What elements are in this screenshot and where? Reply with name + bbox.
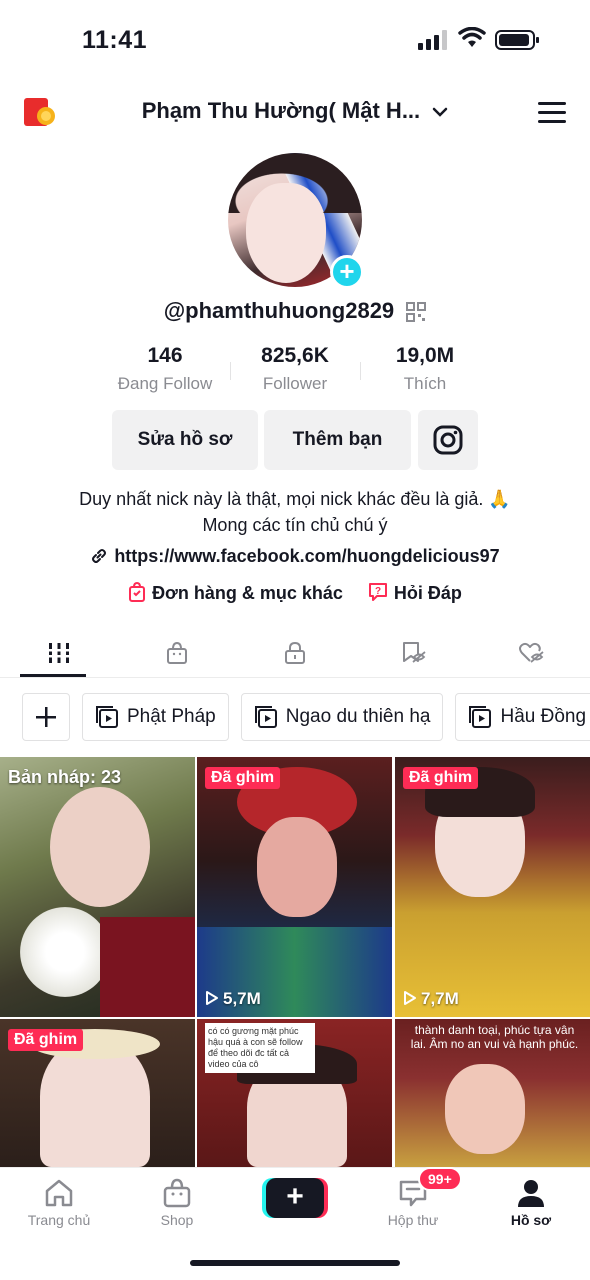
video-grid: Bản nháp: 23 Đã ghim 5,7M Đã ghim 7,7M Đ… (0, 757, 590, 1167)
orders-label: Đơn hàng & mục khác (152, 583, 343, 603)
playlist-chip[interactable]: Hầu Đồng - (455, 693, 590, 741)
chevron-down-icon (433, 107, 448, 117)
signal-icon (418, 30, 447, 50)
account-switcher[interactable]: Phạm Thu Hường( Mật H... (0, 98, 590, 124)
menu-icon[interactable] (538, 100, 566, 124)
add-playlist-button[interactable] (22, 693, 70, 741)
battery-icon (495, 30, 539, 50)
follower-stat[interactable]: 825,6K Follower (230, 344, 360, 396)
bio-link[interactable]: https://www.facebook.com/huongdelicious9… (0, 546, 590, 567)
view-count: 7,7M (403, 989, 459, 1009)
video-thumbnail[interactable]: Đã ghim 5,7M (197, 757, 392, 1017)
status-time: 11:41 (82, 26, 148, 54)
add-friend-button[interactable]: Thêm bạn (264, 410, 411, 470)
playlists-row: Phật Pháp Ngao du thiên hạ Hầu Đồng - (22, 693, 590, 743)
hidden-bookmark-icon (403, 641, 426, 663)
create-button[interactable]: + (266, 1178, 324, 1218)
following-label: Đang Follow (117, 374, 213, 393)
nav-shop[interactable]: Shop (132, 1178, 222, 1228)
wifi-icon (458, 27, 486, 47)
nav-inbox-label: Hộp thư (387, 1212, 439, 1228)
home-icon (45, 1179, 73, 1207)
playlist-icon (469, 706, 492, 728)
bio: Duy nhất nick này là thật, mọi nick khác… (0, 486, 590, 538)
playlist-icon (96, 706, 118, 728)
tab-shop[interactable] (118, 628, 236, 677)
video-thumbnail[interactable]: thành danh toại, phúc tựa vân lai. Âm no… (395, 1019, 590, 1167)
bio-line-2: Mong các tín chủ chú ý (202, 515, 388, 535)
play-icon (206, 991, 218, 1005)
link-icon (92, 549, 107, 563)
following-stat[interactable]: 146 Đang Follow (100, 344, 230, 396)
bio-line-1: Duy nhất nick này là thật, mọi nick khác… (79, 489, 511, 509)
qa-label: Hỏi Đáp (393, 583, 462, 603)
pinned-badge: Đã ghim (403, 767, 479, 789)
profile-icon (518, 1180, 544, 1207)
video-thumbnail[interactable]: Đã ghim (0, 1019, 195, 1167)
play-icon (404, 991, 416, 1005)
tab-reposts[interactable] (354, 628, 472, 677)
drafts-label: Bản nháp: 23 (8, 767, 122, 787)
pinned-badge: Đã ghim (8, 1029, 84, 1051)
hidden-heart-icon (519, 642, 544, 663)
view-count: 5,7M (205, 989, 261, 1009)
nav-home-label: Trang chủ (27, 1212, 91, 1228)
instagram-icon (433, 425, 463, 455)
profile-name: Phạm Thu Hường( Mật H... (141, 98, 421, 123)
status-bar: 11:41 (0, 0, 590, 80)
follower-label: Follower (262, 374, 328, 393)
nav-profile-label: Hồ sơ (510, 1212, 552, 1228)
edit-profile-button[interactable]: Sửa hồ sơ (112, 410, 258, 470)
video-thumbnail-drafts[interactable]: Bản nháp: 23 (0, 757, 195, 1017)
likes-count: 19,0M (395, 344, 455, 367)
grid-icon (47, 642, 71, 663)
qa-link[interactable]: ? Hỏi Đáp (368, 583, 462, 603)
username-row: @phamthuhuong2829 (0, 298, 590, 324)
home-indicator (190, 1260, 400, 1266)
nav-profile[interactable]: Hồ sơ (486, 1178, 576, 1228)
likes-label: Thích (403, 374, 447, 393)
profile-extras: Đơn hàng & mục khác ? Hỏi Đáp (0, 581, 590, 604)
orders-link[interactable]: Đơn hàng & mục khác (128, 581, 348, 603)
playlist-label: Phật Pháp (127, 706, 216, 727)
playlist-chip[interactable]: Ngao du thiên hạ (240, 693, 444, 741)
username: @phamthuhuong2829 (163, 298, 395, 323)
content-tabs (0, 628, 590, 678)
shop-icon (163, 1178, 191, 1208)
tab-private[interactable] (236, 628, 354, 677)
likes-stat[interactable]: 19,0M Thích (360, 344, 490, 396)
view-count-text: 5,7M (223, 989, 261, 1008)
inbox-badge: 99+ (418, 1167, 462, 1191)
following-count: 146 (147, 344, 183, 367)
playlist-icon (254, 706, 277, 728)
pinned-badge: Đã ghim (205, 767, 281, 789)
playlist-label: Hầu Đồng - (500, 706, 590, 727)
shopping-bag-icon (129, 581, 146, 602)
nav-shop-label: Shop (160, 1212, 194, 1228)
plus-icon (36, 707, 56, 727)
view-count-text: 7,7M (421, 989, 459, 1008)
video-thumbnail[interactable]: Đã ghim 7,7M (395, 757, 590, 1017)
question-bubble-icon: ? (368, 583, 387, 601)
profile-stats: 146 Đang Follow 825,6K Follower 19,0M Th… (100, 344, 490, 396)
add-avatar-button[interactable]: + (330, 255, 364, 289)
nav-home[interactable]: Trang chủ (14, 1178, 104, 1228)
bio-link-text: https://www.facebook.com/huongdelicious9… (114, 546, 500, 566)
video-thumbnail[interactable]: có có gương mặt phúc hậu quá à con sẽ fo… (197, 1019, 392, 1167)
svg-text:?: ? (375, 586, 381, 597)
qr-code-icon[interactable] (406, 302, 427, 323)
tab-videos[interactable] (0, 628, 118, 677)
shop-bag-icon (167, 641, 187, 664)
lock-icon (285, 641, 305, 664)
playlist-label: Ngao du thiên hạ (285, 706, 431, 727)
tab-liked[interactable] (472, 628, 590, 677)
video-caption: có có gương mặt phúc hậu quá à con sẽ fo… (205, 1023, 315, 1073)
playlist-chip[interactable]: Phật Pháp (82, 693, 229, 741)
instagram-button[interactable] (418, 410, 478, 470)
profile-header: Phạm Thu Hường( Mật H... (0, 88, 590, 138)
follower-count: 825,6K (261, 344, 329, 367)
video-caption: thành danh toại, phúc tựa vân lai. Âm no… (410, 1023, 579, 1051)
